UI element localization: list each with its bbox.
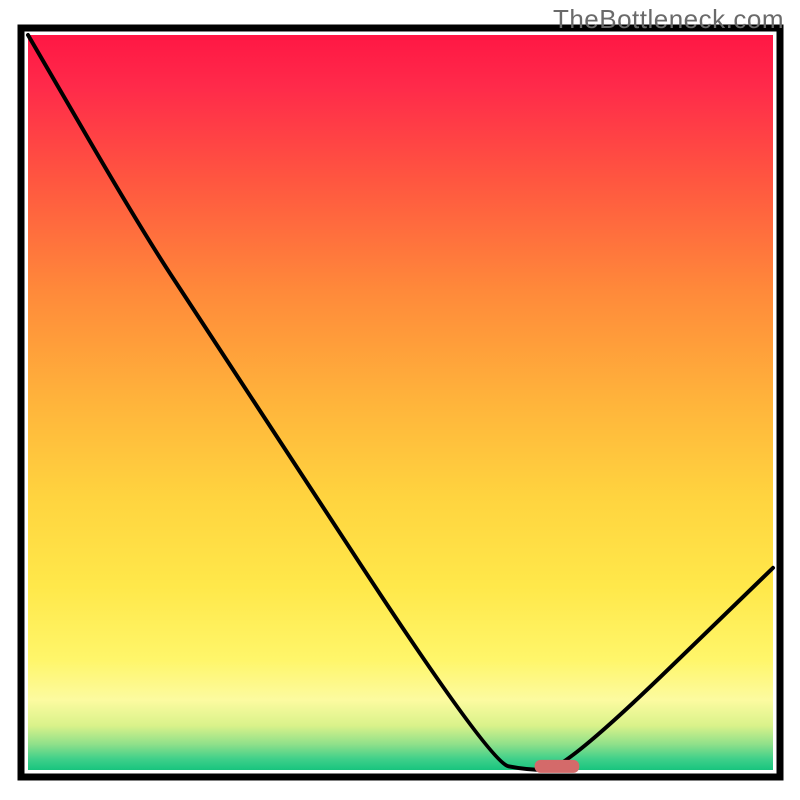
- plot-background: [28, 35, 773, 770]
- bottleneck-chart: [0, 0, 800, 800]
- minimum-marker: [535, 760, 580, 773]
- watermark-label: TheBottleneck.com: [553, 4, 784, 35]
- chart-container: TheBottleneck.com: [0, 0, 800, 800]
